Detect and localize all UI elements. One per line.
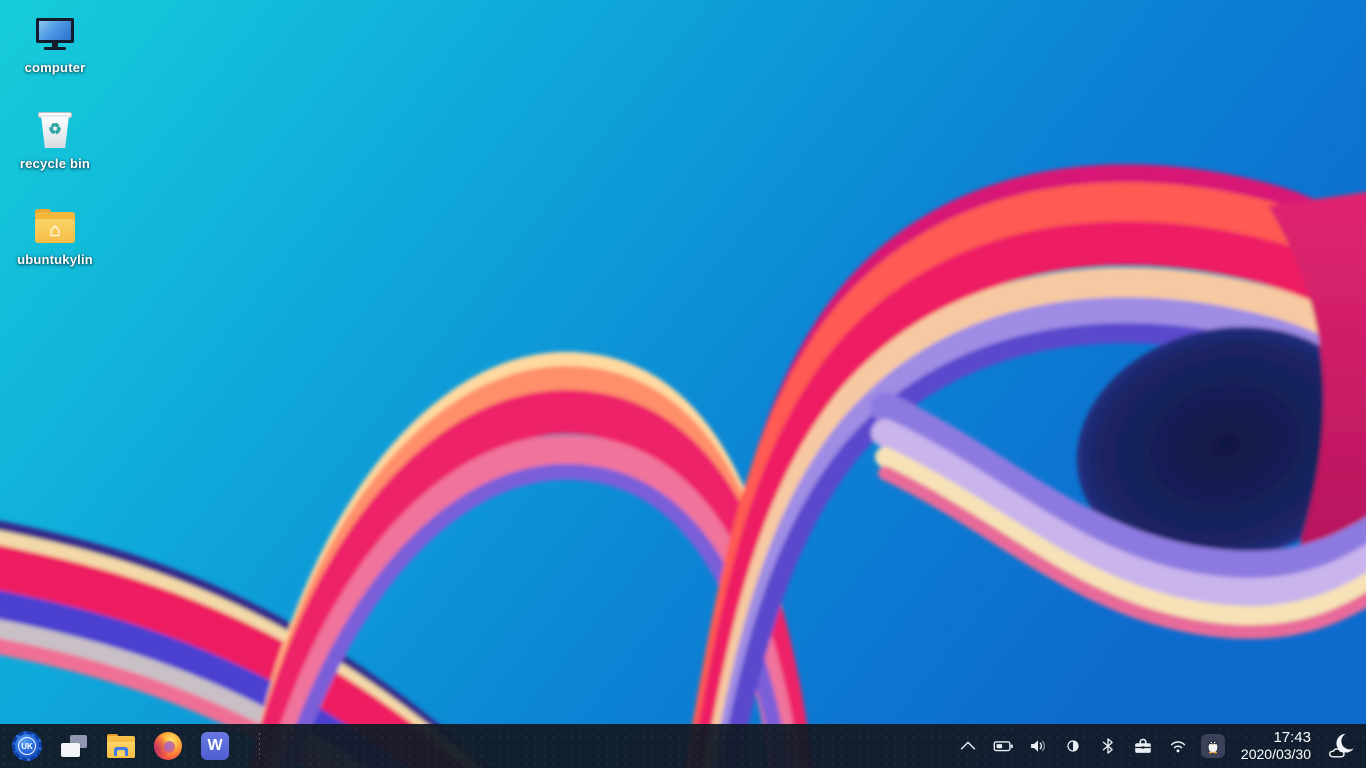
wifi-icon xyxy=(1166,735,1190,757)
clock-date: 2020/03/30 xyxy=(1241,746,1311,763)
penguin-icon xyxy=(1201,734,1225,758)
desktop-icon-label: computer xyxy=(25,60,86,75)
tray-expand-button[interactable] xyxy=(955,731,981,761)
file-manager-button[interactable] xyxy=(106,731,136,761)
window-switcher-icon xyxy=(61,734,87,758)
computer-monitor-icon xyxy=(33,12,77,56)
desktop-icon-list: computer ♻ recycle bin ⌂ ubuntukylin xyxy=(7,12,103,292)
desktop-icon-ubuntukylin[interactable]: ⌂ ubuntukylin xyxy=(7,204,103,292)
home-folder-icon: ⌂ xyxy=(33,204,77,248)
chevron-up-icon xyxy=(957,735,979,757)
devices-button[interactable] xyxy=(1130,731,1156,761)
bluetooth-button[interactable] xyxy=(1095,731,1121,761)
moon-cloud-icon xyxy=(1325,731,1357,761)
night-light-button[interactable] xyxy=(1060,731,1086,761)
desktop: computer ♻ recycle bin ⌂ ubuntukylin UK xyxy=(0,0,1366,768)
taskbar-app-area: UK W xyxy=(12,731,260,761)
window-switcher-button[interactable] xyxy=(59,731,89,761)
bluetooth-icon xyxy=(1098,735,1118,757)
firefox-button[interactable] xyxy=(153,731,183,761)
volume-button[interactable] xyxy=(1025,731,1051,761)
recycle-bin-icon: ♻ xyxy=(33,108,77,152)
launcher-button[interactable]: UK xyxy=(12,731,42,761)
desktop-icon-label: ubuntukylin xyxy=(17,252,93,267)
wps-writer-icon: W xyxy=(201,732,229,760)
battery-icon xyxy=(991,735,1015,757)
firefox-icon xyxy=(154,732,182,760)
taskbar-clock[interactable]: 17:43 2020/03/30 xyxy=(1241,729,1311,763)
battery-button[interactable] xyxy=(990,731,1016,761)
desktop-icon-computer[interactable]: computer xyxy=(7,12,103,100)
clock-time: 17:43 xyxy=(1273,729,1311,746)
system-tray: 17:43 2020/03/30 xyxy=(955,729,1358,763)
input-method-button[interactable] xyxy=(1200,731,1226,761)
half-moon-icon xyxy=(1063,736,1083,756)
folder-icon xyxy=(107,734,135,758)
wifi-button[interactable] xyxy=(1165,731,1191,761)
speaker-icon xyxy=(1027,735,1049,757)
desktop-icon-label: recycle bin xyxy=(20,156,90,171)
wps-writer-button[interactable]: W xyxy=(200,731,230,761)
night-mode-button[interactable] xyxy=(1324,731,1358,761)
desktop-icon-recycle-bin[interactable]: ♻ recycle bin xyxy=(7,108,103,196)
wallpaper xyxy=(0,0,1366,768)
taskbar-separator xyxy=(259,733,260,759)
taskbar: UK W xyxy=(0,724,1366,768)
ubuntu-kylin-launcher-icon: UK xyxy=(12,731,42,761)
toolbox-icon xyxy=(1131,735,1155,757)
